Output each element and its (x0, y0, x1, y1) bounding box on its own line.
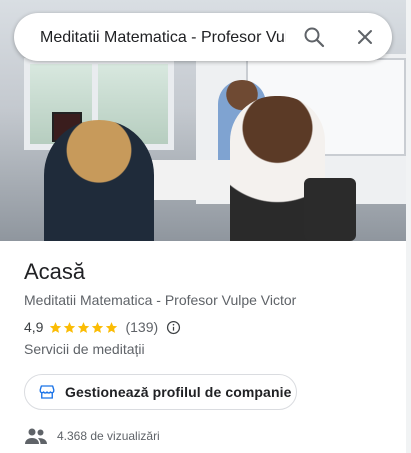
storefront-icon (39, 385, 55, 399)
star-icon (50, 321, 62, 333)
rating-stars (49, 321, 119, 334)
rating-value: 4,9 (24, 319, 44, 335)
profile-views: 4.368 de vizualizări (24, 427, 160, 445)
search-box[interactable]: Meditatii Matematica - Profesor Vulpe (14, 13, 392, 61)
photo-student-left (44, 120, 154, 241)
star-icon (106, 321, 118, 333)
place-title: Acasă (24, 259, 86, 284)
star-icon (64, 321, 76, 333)
close-icon[interactable] (353, 25, 377, 49)
place-category[interactable]: Servicii de meditații (24, 340, 145, 358)
search-input[interactable]: Meditatii Matematica - Profesor Vulpe (40, 27, 286, 49)
info-icon[interactable] (166, 320, 181, 335)
place-details: Acasă Meditatii Matematica - Profesor Vu… (0, 241, 411, 453)
manage-business-profile-button[interactable]: Gestionează profilul de companie (24, 374, 297, 410)
views-count: 4.368 de vizualizări (57, 429, 160, 443)
place-subtitle: Meditatii Matematica - Profesor Vulpe Vi… (24, 292, 297, 308)
people-icon (25, 428, 47, 444)
manage-button-label: Gestionează profilul de companie (65, 384, 292, 400)
review-count[interactable]: (139) (125, 319, 158, 335)
photo-chair (304, 178, 356, 241)
star-icon (78, 321, 90, 333)
search-icon[interactable] (302, 25, 326, 49)
rating-row: 4,9 (139) (24, 318, 181, 336)
star-icon (92, 321, 104, 333)
panel-edge (406, 0, 411, 453)
